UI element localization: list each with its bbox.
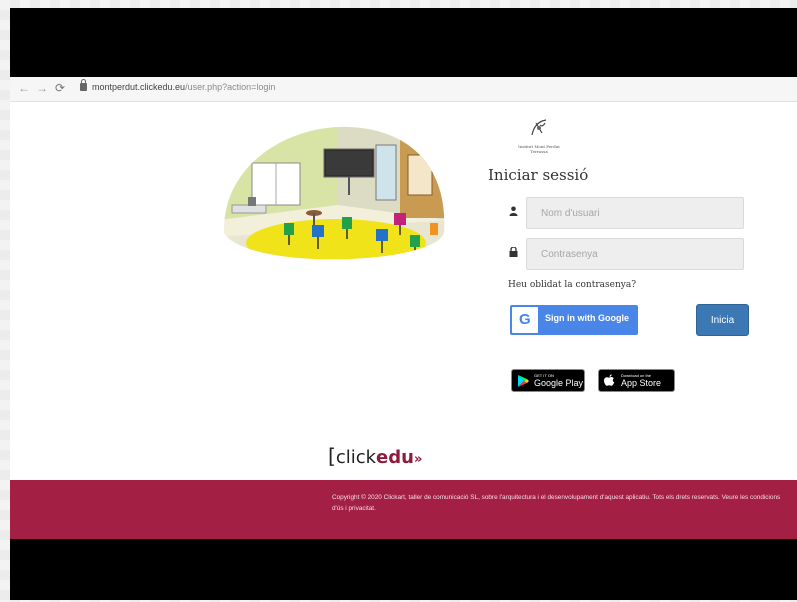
user-icon <box>509 206 518 219</box>
url-host: montperdut.clickedu.eu <box>92 82 186 92</box>
arrow-left-icon[interactable]: ← <box>18 81 30 95</box>
browser-window: ← → ⟳ montperdut.clickedu.eu/user.php?ac… <box>10 77 797 539</box>
google-g-icon: G <box>519 311 531 328</box>
url-path: /user.php?action=login <box>185 82 276 92</box>
password-input[interactable] <box>526 238 744 270</box>
clickedu-logo: [clickedu» <box>328 444 423 468</box>
arrow-right-icon[interactable]: → <box>36 81 48 95</box>
school-logo-icon <box>531 119 547 136</box>
url-text[interactable]: montperdut.clickedu.eu/user.php?action=l… <box>92 82 275 92</box>
lock-icon[interactable] <box>80 79 87 91</box>
google-play-icon <box>518 375 529 387</box>
footer: Copyright © 2020 Clickart, taller de com… <box>10 480 797 539</box>
footer-copyright: Copyright © 2020 Clickart, taller de com… <box>332 494 781 512</box>
forgot-password-link[interactable]: Heu oblidat la contrasenya? <box>508 280 636 290</box>
lock-icon <box>509 246 518 260</box>
reload-icon[interactable]: ⟳ <box>55 81 65 95</box>
school-logo: Institut Mont Perdut Terrassa <box>504 117 574 154</box>
google-logo-box: G <box>512 307 538 333</box>
address-bar: ← → ⟳ montperdut.clickedu.eu/user.php?ac… <box>10 77 797 102</box>
google-signin-button[interactable]: G Sign in with Google <box>510 305 638 335</box>
username-input[interactable] <box>526 197 744 229</box>
app-store-big-text: App Store <box>621 378 662 388</box>
google-play-badge[interactable]: GET IT ON Google Play <box>511 369 585 392</box>
page-title: Iniciar sessió <box>488 166 589 184</box>
apple-icon <box>604 374 615 386</box>
classroom-illustration <box>223 126 445 260</box>
app-store-badge[interactable]: Download on the App Store <box>598 369 675 392</box>
login-submit-button[interactable]: Inicia <box>696 304 749 336</box>
school-city: Terrassa <box>530 149 548 154</box>
google-play-big-text: Google Play <box>534 378 584 388</box>
google-signin-label: Sign in with Google <box>545 313 629 323</box>
